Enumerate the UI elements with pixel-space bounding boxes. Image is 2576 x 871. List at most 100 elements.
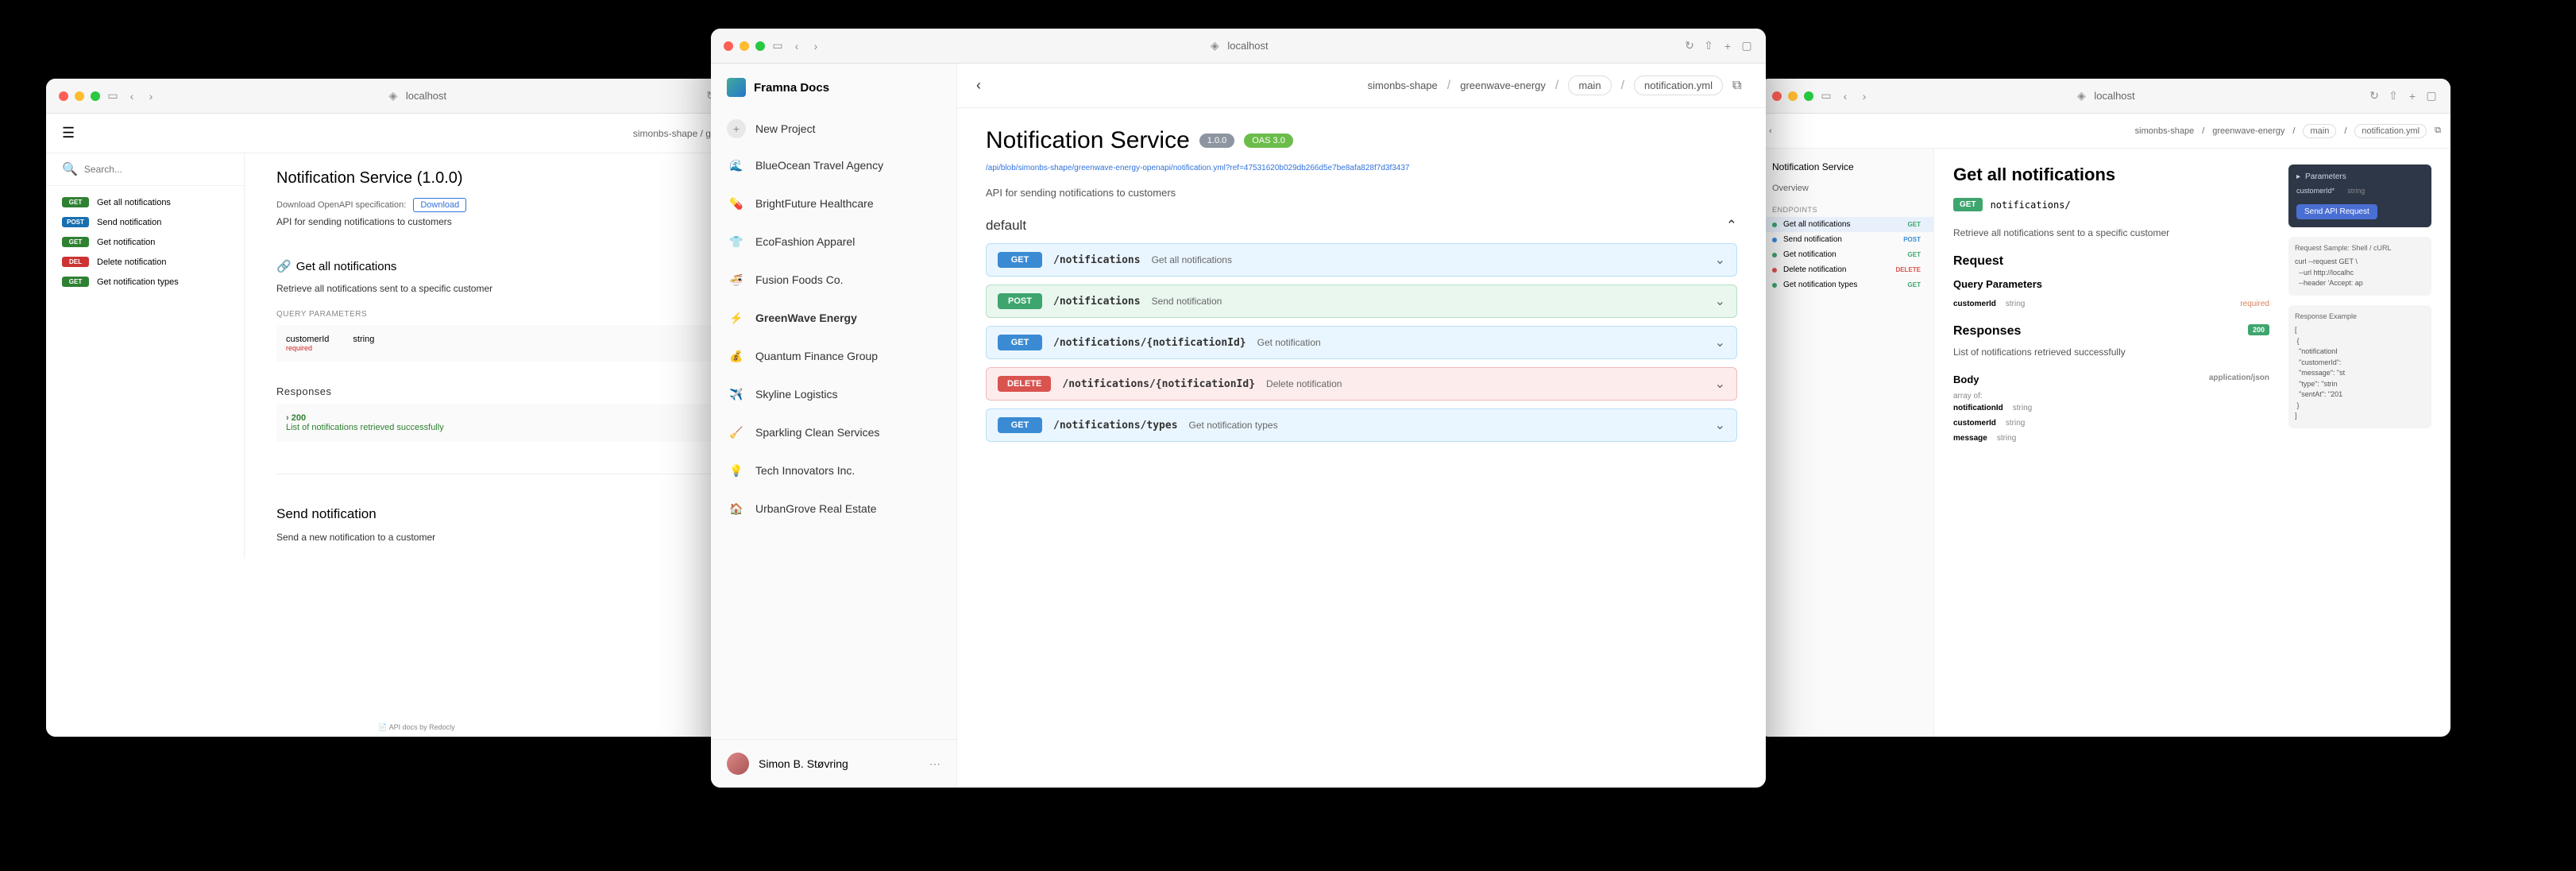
hamburger-icon[interactable]: ☰	[62, 125, 75, 141]
sidebar-item-org[interactable]: ✈️Skyline Logistics	[711, 375, 956, 413]
maximize-icon[interactable]	[91, 91, 100, 101]
forward-icon[interactable]: ›	[145, 90, 157, 103]
endpoint-row[interactable]: POST/notificationsSend notification⌄	[986, 285, 1737, 318]
endpoint-label: Delete notification	[1783, 265, 1847, 274]
org-icon: 🍜	[727, 270, 746, 289]
sidebar-item-endpoint[interactable]: GETGet notification	[46, 232, 244, 252]
sidebar-item-endpoint[interactable]: GETGet all notifications	[46, 192, 244, 212]
external-link-icon[interactable]: ⧉	[2435, 126, 2441, 136]
param-required: required	[286, 344, 329, 352]
method-dot-icon	[1772, 223, 1777, 227]
plus-icon: +	[727, 119, 746, 138]
section-label: default	[986, 218, 1026, 234]
close-icon[interactable]	[59, 91, 68, 101]
refresh-icon[interactable]: ↻	[2368, 90, 2381, 103]
breadcrumb-workspace[interactable]: simonbs-shape	[2135, 126, 2195, 136]
url-bar[interactable]: ◈ localhost	[2075, 90, 2134, 103]
back-button[interactable]: ‹	[976, 77, 981, 94]
back-icon[interactable]: ‹	[790, 40, 803, 52]
forward-icon[interactable]: ›	[1858, 90, 1871, 103]
window-redocly: ▭ ‹ › ◈ localhost ↻ ⇧ + ▢ ☰ simonbs-shap…	[46, 79, 787, 737]
refresh-icon[interactable]: ↻	[1683, 40, 1696, 52]
sidebar-item-org[interactable]: 💡Tech Innovators Inc.	[711, 451, 956, 490]
sidebar-item-org[interactable]: 💰Quantum Finance Group	[711, 337, 956, 375]
sidebar-item-endpoint[interactable]: Get notification typesGET	[1759, 277, 1933, 292]
back-icon[interactable]: ‹	[1839, 90, 1852, 103]
share-icon[interactable]: ⇧	[1702, 40, 1715, 52]
sidebar-item-org[interactable]: 🧹Sparkling Clean Services	[711, 413, 956, 451]
tabs-icon[interactable]: ▢	[2425, 90, 2438, 103]
sidebar-item-endpoint[interactable]: Delete notificationDELETE	[1759, 262, 1933, 277]
section-header[interactable]: default ⌃	[986, 199, 1737, 243]
breadcrumb-file[interactable]: notification.yml	[1634, 75, 1723, 95]
brand[interactable]: Framna Docs	[711, 64, 956, 111]
breadcrumb-branch[interactable]: main	[1568, 75, 1611, 95]
query-params-heading: Query Parameters	[1953, 278, 2269, 290]
endpoint-row[interactable]: DELETE/notifications/{notificationId}Del…	[986, 367, 1737, 401]
breadcrumb-project[interactable]: greenwave-energy	[2212, 126, 2284, 136]
api-description: API for sending notifications to custome…	[276, 216, 755, 227]
close-icon[interactable]	[724, 41, 733, 51]
chevron-down-icon: ⌄	[1715, 376, 1725, 392]
endpoint-summary: Send notification	[1152, 296, 1222, 307]
breadcrumb-branch[interactable]: main	[2303, 124, 2336, 138]
maximize-icon[interactable]	[755, 41, 765, 51]
blob-url[interactable]: /api/blob/simonbs-shape/greenwave-energy…	[986, 164, 1737, 172]
url-bar[interactable]: ◈ localhost	[1208, 40, 1268, 52]
tabs-icon[interactable]: ▢	[1740, 40, 1753, 52]
responses-label: Responses	[276, 385, 755, 397]
external-link-icon[interactable]: ⧉	[1732, 79, 1747, 93]
overview-link[interactable]: Overview	[1759, 179, 1933, 198]
shield-icon: ◈	[2075, 90, 2087, 103]
param-name: customerId	[1953, 300, 1996, 308]
breadcrumb-file[interactable]: notification.yml	[2354, 124, 2427, 138]
close-icon[interactable]	[1772, 91, 1782, 101]
sidebar-toggle-icon[interactable]: ▭	[771, 40, 784, 52]
body-content-type: application/json	[2209, 374, 2269, 382]
sidebar-item-endpoint[interactable]: Send notificationPOST	[1759, 232, 1933, 247]
sidebar-toggle-icon[interactable]: ▭	[106, 90, 119, 103]
minimize-icon[interactable]	[1788, 91, 1798, 101]
sidebar-item-endpoint[interactable]: DELDelete notification	[46, 252, 244, 272]
share-icon[interactable]: ⇧	[2387, 90, 2400, 103]
breadcrumb-workspace[interactable]: simonbs-shape	[1368, 79, 1438, 91]
minimize-icon[interactable]	[75, 91, 84, 101]
caret-icon[interactable]: ▸	[2296, 172, 2300, 181]
minimize-icon[interactable]	[740, 41, 749, 51]
back-button[interactable]: ‹	[1769, 126, 1772, 136]
endpoint-label: Send notification	[97, 218, 161, 227]
endpoint-list: GET/notificationsGet all notifications⌄ P…	[986, 243, 1737, 442]
sidebar-item-endpoint[interactable]: POSTSend notification	[46, 212, 244, 232]
sidebar-item-org[interactable]: 🍜Fusion Foods Co.	[711, 261, 956, 299]
sidebar-item-org[interactable]: 🏠UrbanGrove Real Estate	[711, 490, 956, 528]
array-label: array of:	[1953, 392, 2269, 401]
sidebar-item-org[interactable]: ⚡GreenWave Energy	[711, 299, 956, 337]
service-title: Notification Service	[1759, 155, 1933, 179]
sidebar-item-org[interactable]: 🌊BlueOcean Travel Agency	[711, 146, 956, 184]
sidebar-item-endpoint[interactable]: Get all notificationsGET	[1759, 217, 1933, 232]
new-tab-icon[interactable]: +	[1721, 40, 1734, 52]
field-row: customerIdstring	[1953, 416, 2269, 431]
search-input[interactable]	[84, 164, 228, 175]
back-icon[interactable]: ‹	[126, 90, 138, 103]
url-bar[interactable]: ◈ localhost	[387, 90, 446, 103]
endpoint-summary: Get notification types	[1189, 420, 1278, 431]
send-request-button[interactable]: Send API Request	[2296, 204, 2377, 219]
new-project-button[interactable]: + New Project	[711, 111, 956, 146]
endpoint-row[interactable]: GET/notificationsGet all notifications⌄	[986, 243, 1737, 277]
new-tab-icon[interactable]: +	[2406, 90, 2419, 103]
more-icon[interactable]: ⋯	[929, 757, 940, 771]
endpoint-row[interactable]: GET/notifications/typesGet notification …	[986, 408, 1737, 442]
endpoint-row[interactable]: GET/notifications/{notificationId}Get no…	[986, 326, 1737, 359]
section-heading: 🔗Get all notifications	[276, 259, 755, 273]
user-row[interactable]: Simon B. Støvring ⋯	[711, 739, 956, 788]
breadcrumb-project[interactable]: greenwave-energy	[1460, 79, 1546, 91]
download-button[interactable]: Download	[413, 198, 466, 212]
sidebar-item-endpoint[interactable]: GETGet notification types	[46, 272, 244, 292]
forward-icon[interactable]: ›	[809, 40, 822, 52]
sidebar-item-endpoint[interactable]: Get notificationGET	[1759, 247, 1933, 262]
maximize-icon[interactable]	[1804, 91, 1813, 101]
sidebar-toggle-icon[interactable]: ▭	[1820, 90, 1833, 103]
sidebar-item-org[interactable]: 👕EcoFashion Apparel	[711, 223, 956, 261]
sidebar-item-org[interactable]: 💊BrightFuture Healthcare	[711, 184, 956, 223]
